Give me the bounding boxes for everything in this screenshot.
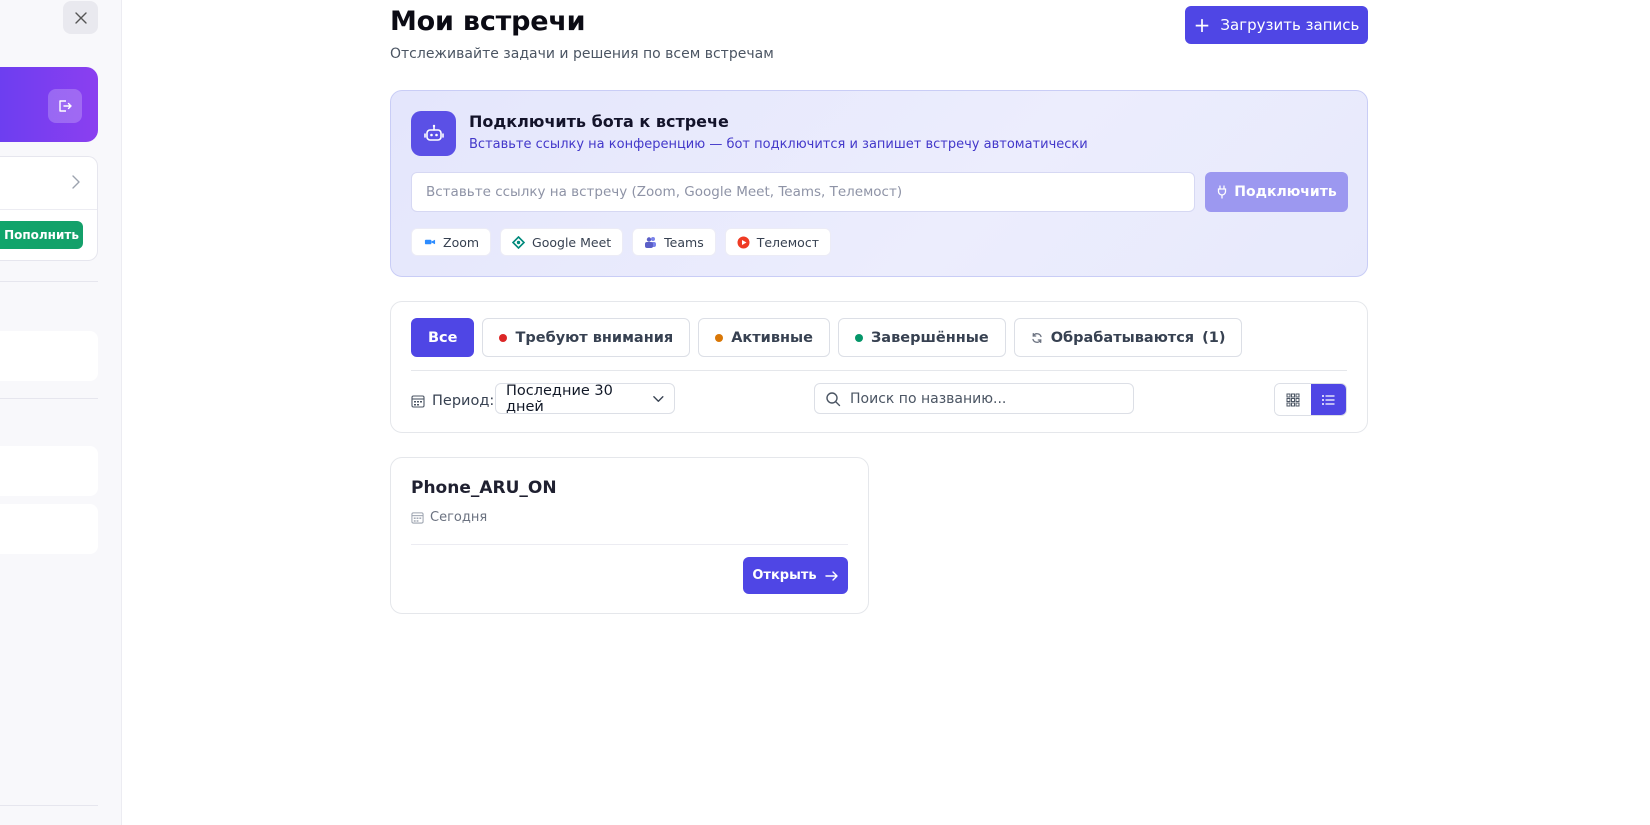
platform-chip-label: Teams [664,234,704,250]
platform-chip-google-meet[interactable]: Google Meet [500,228,624,256]
upload-recording-label: Загрузить запись [1220,16,1360,34]
meeting-link-input[interactable] [411,172,1195,212]
sidebar: Пополнить [0,0,122,825]
grid-icon [1286,393,1300,406]
tab-label: Обрабатываются [1050,329,1195,346]
list-icon [1322,394,1335,405]
balance-card: Пополнить [0,156,98,261]
refresh-icon [1032,332,1042,343]
search-box[interactable] [814,383,1134,414]
sidebar-item[interactable] [0,331,98,381]
tab-processing[interactable]: Обрабатываются (1) [1013,318,1243,357]
close-sidebar-button[interactable] [63,1,98,34]
connect-bot-label: Подключить [1234,184,1337,200]
sidebar-item[interactable] [0,504,98,554]
filters-panel: Все Требуют внимания Активные Завершённы… [390,301,1368,433]
platform-chip-zoom[interactable]: Zoom [411,228,492,256]
platform-chip-label: Zoom [443,234,480,250]
bot-connect-panel: Подключить бота к встрече Вставьте ссылк… [390,90,1368,277]
calendar-icon [411,395,425,408]
teams-icon [644,236,657,249]
bot-panel-title: Подключить бота к встрече [469,112,729,131]
open-meeting-label: Открыть [752,568,817,583]
search-input[interactable] [850,390,1120,407]
chevron-down-icon [653,395,664,402]
google-meet-icon [512,235,526,249]
logout-icon [59,100,72,112]
grid-view-button[interactable] [1275,384,1311,415]
period-label: Период: [411,386,494,416]
tab-all[interactable]: Все [411,318,475,357]
red-dot-icon [499,333,508,342]
tab-label: Завершённые [870,329,989,346]
open-meeting-button[interactable]: Открыть [743,557,848,594]
close-icon [74,11,87,24]
bot-panel-description: Вставьте ссылку на конференцию — бот под… [469,137,1088,152]
balance-divider [0,209,97,210]
page-subtitle: Отслеживайте задачи и решения по всем вс… [390,46,774,62]
list-view-button[interactable] [1310,384,1346,415]
platform-chips: Zoom Google Meet Teams Телемост [411,228,831,256]
plus-icon: + [1193,13,1211,37]
logout-button[interactable] [48,89,82,123]
period-select-value: Последние 30 дней [506,382,613,415]
search-icon [826,391,841,406]
sidebar-separator [0,398,98,399]
meeting-card: Phone_ARU_ON Сегодня Открыть [390,457,869,614]
platform-chip-label: Телемост [756,234,819,250]
filters-divider [411,370,1347,371]
meeting-title: Phone_ARU_ON [411,478,557,498]
meeting-date: Сегодня [411,510,487,525]
upload-recording-button[interactable]: + Загрузить запись [1185,6,1368,44]
tab-count: (1) [1202,329,1226,346]
sidebar-separator [0,805,98,806]
tab-active[interactable]: Активные [698,318,830,357]
meeting-date-text: Сегодня [430,510,488,525]
robot-icon [411,111,456,156]
sidebar-separator [0,281,98,282]
user-card[interactable] [0,67,98,142]
sidebar-item[interactable] [0,446,98,496]
calendar-icon [411,512,424,524]
chevron-right-icon[interactable] [71,175,81,189]
green-dot-icon [854,333,863,342]
topup-button[interactable]: Пополнить [0,221,83,249]
tab-completed[interactable]: Завершённые [837,318,1006,357]
tab-label: Активные [731,329,813,346]
page-title: Мои встречи [390,6,586,37]
zoom-icon [423,236,436,249]
tab-label: Все [428,329,458,346]
platform-chip-label: Google Meet [532,234,612,250]
plug-icon [1218,185,1227,199]
platform-chip-telemost[interactable]: Телемост [724,228,831,256]
platform-chip-teams[interactable]: Teams [632,228,716,256]
period-label-text: Период: [432,393,495,409]
tab-needs-attention[interactable]: Требуют внимания [482,318,691,357]
period-select[interactable]: Последние 30 дней [495,382,675,415]
telemost-icon [737,236,750,249]
arrow-right-icon [824,570,838,581]
view-toggle [1274,383,1347,416]
meeting-card-divider [411,544,848,545]
status-tabs: Все Требуют внимания Активные Завершённы… [411,318,1243,357]
connect-bot-button[interactable]: Подключить [1205,172,1348,212]
orange-dot-icon [715,333,724,342]
tab-label: Требуют внимания [515,329,674,346]
